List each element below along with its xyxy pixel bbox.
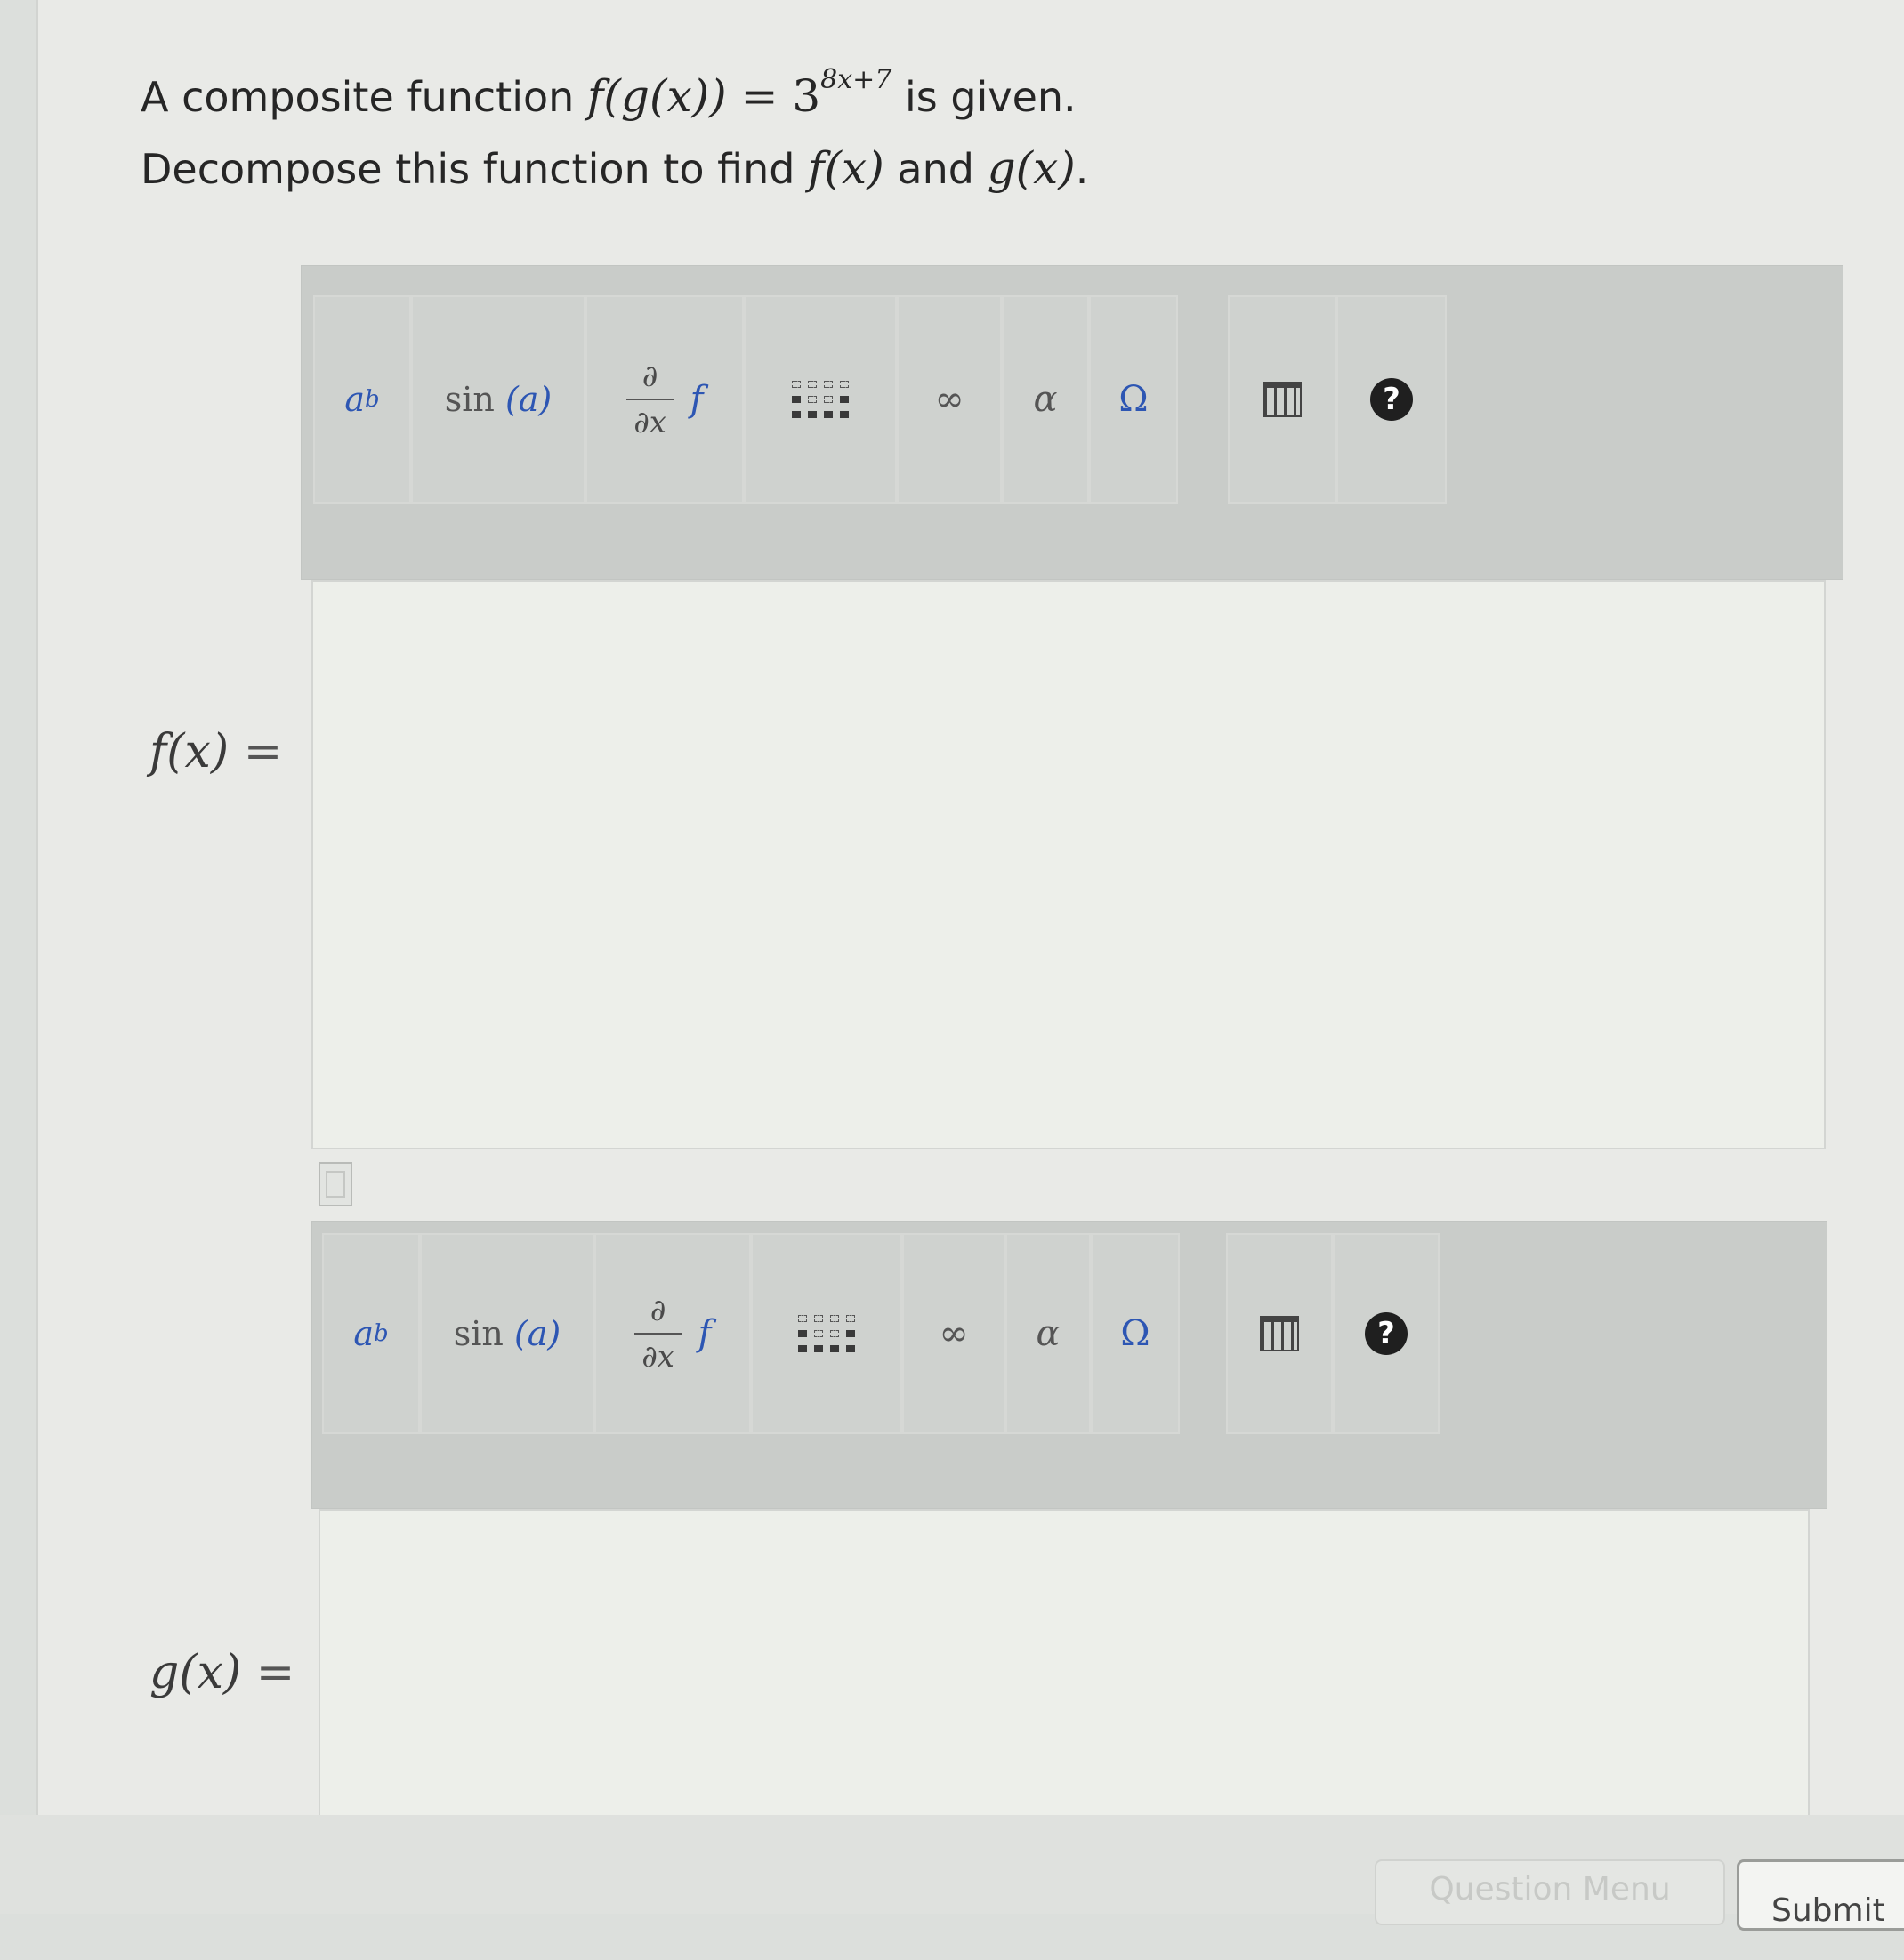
infinity-icon: ∞ — [939, 1313, 969, 1354]
infinity-icon: ∞ — [934, 379, 964, 420]
f-of-x: f(x) — [808, 142, 884, 194]
submit-button[interactable]: Submit — [1737, 1859, 1904, 1931]
sin-arg: (a) — [513, 1314, 561, 1353]
g-label-text: g(x) — [149, 1646, 242, 1699]
table-button[interactable] — [1228, 295, 1336, 504]
omega-icon: Ω — [1120, 1313, 1150, 1354]
trig-button[interactable]: sin (a) — [411, 295, 585, 504]
g-label-equals: = — [255, 1646, 295, 1699]
instruction-text: Decompose this function to find — [141, 145, 809, 193]
trig-button[interactable]: sin (a) — [420, 1233, 594, 1434]
deriv-f: f — [690, 379, 704, 420]
calculus-button[interactable]: ∂ ∂x f — [585, 295, 744, 504]
deriv-f: f — [698, 1313, 712, 1354]
question-menu-button[interactable]: Question Menu — [1375, 1859, 1725, 1925]
table-icon — [1263, 382, 1302, 417]
power-button[interactable]: ab — [322, 1233, 420, 1434]
deriv-den: ∂x — [633, 405, 666, 440]
greek-lower-button[interactable]: α — [1002, 295, 1089, 504]
period: . — [1075, 145, 1089, 193]
equals-base: = 3 — [726, 70, 821, 122]
power-base: a — [344, 380, 365, 419]
calculus-button[interactable]: ∂ ∂x f — [594, 1233, 751, 1434]
question-line-1: A composite function f(g(x)) = 38x+7 is … — [141, 64, 1077, 122]
deriv-num: ∂ — [641, 359, 658, 394]
f-label-text: f(x) — [149, 725, 230, 778]
power-exp: b — [365, 386, 380, 413]
table-button[interactable] — [1226, 1233, 1333, 1434]
g-of-x: g(x) — [987, 142, 1076, 194]
g-toolbar: ab sin (a) ∂ ∂x f ∞ α Ω ? — [322, 1233, 1440, 1434]
and-text: and — [883, 145, 988, 193]
f-math-editor: ab sin (a) ∂ ∂x f ∞ α Ω ? — [301, 265, 1843, 1151]
question-text: A composite function — [141, 73, 587, 121]
g-math-editor: ab sin (a) ∂ ∂x f ∞ α Ω ? — [311, 1221, 1827, 1817]
f-label-equals: = — [243, 725, 283, 778]
sin-text: sin — [444, 380, 495, 419]
help-icon: ? — [1365, 1312, 1408, 1355]
question-text-suffix: is given. — [891, 73, 1077, 121]
partial-derivative-icon: ∂ ∂x — [625, 359, 674, 440]
help-button[interactable]: ? — [1333, 1233, 1440, 1434]
f-input-field[interactable] — [311, 580, 1826, 1149]
greek-upper-button[interactable]: Ω — [1089, 295, 1178, 504]
f-answer-label: f(x) = — [149, 725, 282, 778]
matrix-icon — [798, 1315, 855, 1352]
greek-lower-button[interactable]: α — [1005, 1233, 1091, 1434]
editor-toggle-icon[interactable] — [319, 1162, 352, 1206]
alpha-icon: α — [1033, 379, 1058, 420]
sin-arg: (a) — [504, 380, 553, 419]
g-answer-label: g(x) = — [149, 1646, 294, 1699]
omega-icon: Ω — [1118, 379, 1149, 420]
matrix-button[interactable] — [744, 295, 897, 504]
help-icon: ? — [1370, 378, 1413, 421]
matrix-button[interactable] — [751, 1233, 902, 1434]
infinity-button[interactable]: ∞ — [897, 295, 1002, 504]
power-button[interactable]: ab — [313, 295, 411, 504]
exponent: 8x+7 — [820, 64, 892, 95]
help-button[interactable]: ? — [1336, 295, 1447, 504]
partial-derivative-icon: ∂ ∂x — [633, 1293, 682, 1375]
sin-text: sin — [453, 1314, 504, 1353]
power-base: a — [353, 1314, 374, 1353]
table-icon — [1260, 1316, 1299, 1351]
power-exp: b — [374, 1320, 389, 1347]
f-toolbar: ab sin (a) ∂ ∂x f ∞ α Ω ? — [313, 295, 1447, 504]
infinity-button[interactable]: ∞ — [902, 1233, 1005, 1434]
matrix-icon — [792, 381, 849, 418]
deriv-den: ∂x — [641, 1339, 674, 1375]
greek-upper-button[interactable]: Ω — [1091, 1233, 1180, 1434]
alpha-icon: α — [1036, 1313, 1061, 1354]
composite-expression: f(g(x)) — [586, 70, 727, 122]
deriv-num: ∂ — [649, 1293, 666, 1328]
question-line-2: Decompose this function to find f(x) and… — [141, 142, 1088, 194]
g-input-field[interactable] — [319, 1509, 1810, 1817]
